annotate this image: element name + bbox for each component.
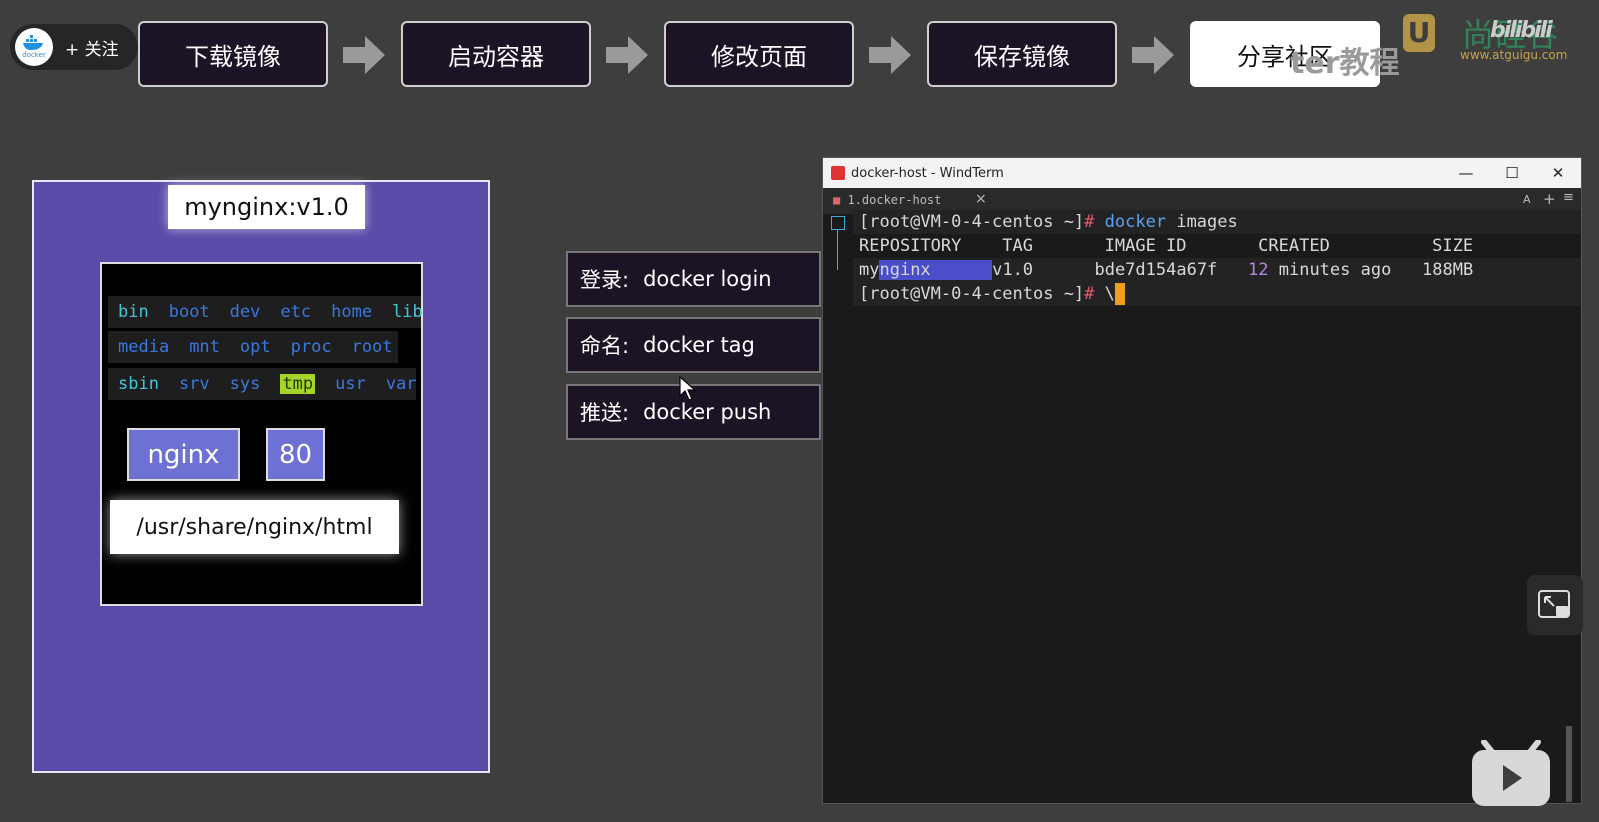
- fs-dir: dev: [229, 302, 261, 322]
- html-path-box: /usr/share/nginx/html: [110, 500, 399, 554]
- menu-icon[interactable]: ≡: [1563, 190, 1574, 205]
- fs-dir: usr: [335, 374, 366, 394]
- fs-dir: srv: [178, 374, 210, 394]
- fs-dir: sbin: [118, 374, 159, 394]
- title-bar[interactable]: docker-host - WindTerm — ☐ ✕: [823, 158, 1581, 188]
- created-rest: minutes ago: [1268, 260, 1392, 280]
- atguigu-logo-icon: U: [1403, 14, 1435, 52]
- nginx-app-box: nginx: [127, 428, 240, 481]
- table-header: REPOSITORY TAG IMAGE ID CREATED SIZE: [859, 236, 1474, 256]
- fs-dir: proc: [290, 337, 332, 357]
- fs-dir: root: [351, 337, 393, 357]
- fs-dir: boot: [168, 302, 210, 322]
- repo-part: nginx: [879, 260, 931, 280]
- text-cursor: [1114, 283, 1125, 305]
- table-row: mynginx v1.0 bde7d154a67f 12 minutes ago…: [859, 258, 1473, 282]
- prompt: [root@VM-0-4-centos ~]: [859, 212, 1085, 232]
- fs-row-3: sbin srv sys tmp usr var: [108, 368, 417, 400]
- image-label: mynginx:v1.0: [168, 185, 365, 229]
- step-run: 启动容器: [401, 21, 591, 87]
- fs-dir: home: [331, 302, 373, 322]
- step-modify: 修改页面: [664, 21, 854, 87]
- cmd-login: 登录: docker login: [566, 251, 821, 307]
- fs-dir: mnt: [189, 337, 220, 357]
- tab-docker-host[interactable]: ■ 1.docker-host: [833, 193, 941, 207]
- cmd-text: docker push: [643, 400, 772, 424]
- tab-close-icon[interactable]: ×: [975, 191, 987, 207]
- prompt: [root@VM-0-4-centos ~]: [859, 284, 1085, 304]
- command-args: images: [1166, 212, 1238, 232]
- windterm-icon: [831, 166, 845, 180]
- terminal-line: [root@VM-0-4-centos ~]# \: [859, 282, 1125, 306]
- watermark-text: ter教程: [1290, 46, 1400, 81]
- cmd-label: 推送:: [580, 401, 630, 425]
- cmd-text: docker tag: [643, 333, 755, 357]
- fs-dir-highlighted: tmp: [280, 374, 316, 394]
- image-id-cell: bde7d154a67f: [1094, 260, 1218, 280]
- fs-row-2: media mnt opt proc root: [108, 331, 398, 363]
- whale-icon: [23, 35, 43, 50]
- step-download: 下载镜像: [138, 21, 328, 87]
- prompt-hash: #: [1084, 284, 1095, 304]
- fs-row-1: bin boot dev etc home lib: [108, 296, 423, 328]
- cmd-label: 命名:: [580, 334, 630, 358]
- mouse-pointer-icon: [679, 376, 697, 401]
- fs-dir: lib: [392, 302, 423, 322]
- docker-logo-text: docker: [22, 51, 46, 59]
- picture-in-picture-button[interactable]: [1527, 575, 1583, 635]
- docker-logo-icon: docker: [15, 28, 53, 66]
- step-save: 保存镜像: [927, 21, 1117, 87]
- arrow-right-icon: [606, 36, 648, 74]
- fs-dir: opt: [239, 337, 271, 357]
- size-cell: 188MB: [1422, 260, 1474, 280]
- typed-text: \: [1094, 284, 1115, 304]
- window-title: docker-host - WindTerm: [851, 165, 1004, 181]
- fs-dir: media: [118, 337, 170, 357]
- bilibili-logo: bilibili: [1490, 18, 1553, 43]
- arrow-right-icon: [869, 36, 911, 74]
- minimize-button[interactable]: —: [1443, 158, 1489, 188]
- close-window-button[interactable]: ✕: [1535, 158, 1581, 188]
- follow-button[interactable]: docker + 关注: [10, 24, 138, 70]
- arrow-right-icon: [1132, 36, 1174, 74]
- fs-dir: bin: [118, 302, 149, 322]
- font-icon[interactable]: A: [1523, 193, 1531, 206]
- arrow-right-icon: [343, 36, 385, 74]
- cmd-tag: 命名: docker tag: [566, 317, 821, 373]
- cmd-text: docker login: [643, 267, 772, 291]
- command-name: docker: [1104, 212, 1167, 232]
- fold-icon[interactable]: [831, 216, 845, 230]
- tab-label: 1.docker-host: [847, 193, 942, 207]
- fs-dir: sys: [229, 374, 261, 394]
- fs-dir: etc: [280, 302, 312, 322]
- tag-cell: v1.0: [992, 260, 1034, 280]
- repo-part: my: [859, 260, 880, 280]
- terminal-line: [root@VM-0-4-centos ~]# docker images: [859, 210, 1238, 234]
- terminal-window[interactable]: docker-host - WindTerm — ☐ ✕ ■ 1.docker-…: [822, 157, 1582, 804]
- repo-selection: nginx: [879, 260, 993, 280]
- watermark-url: www.atguigu.com: [1460, 48, 1568, 62]
- fs-dir: var: [385, 374, 417, 394]
- cmd-label: 登录:: [580, 268, 630, 292]
- scrollbar[interactable]: [1566, 726, 1572, 802]
- new-tab-icon[interactable]: +: [1543, 190, 1556, 208]
- bilibili-tv-icon: [1472, 740, 1550, 806]
- maximize-button[interactable]: ☐: [1489, 158, 1535, 188]
- port-box: 80: [266, 428, 325, 481]
- created-num: 12: [1248, 260, 1269, 280]
- pip-icon: [1538, 590, 1570, 618]
- prompt-hash: #: [1084, 212, 1095, 232]
- follow-label: + 关注: [65, 39, 119, 60]
- fold-guide: [837, 230, 838, 270]
